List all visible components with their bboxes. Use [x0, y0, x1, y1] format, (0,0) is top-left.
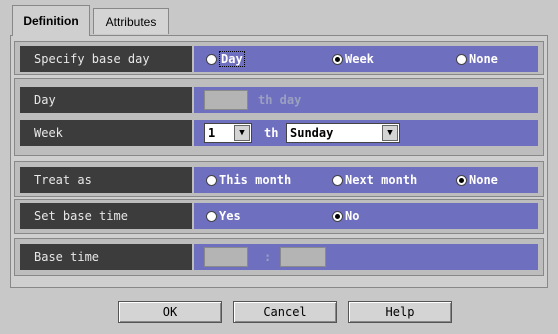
radio-no[interactable]: No: [332, 208, 359, 224]
week-label: Week: [20, 120, 192, 146]
tab-label: Definition: [23, 14, 79, 28]
radio-none-base-day[interactable]: None: [456, 51, 498, 67]
week-number-select[interactable]: 1 ▼: [204, 123, 252, 143]
day-row: Day th day: [20, 87, 538, 113]
radio-dot-day: [206, 53, 217, 65]
radio-label-day: Day: [219, 51, 245, 67]
radio-none-treat-as[interactable]: None: [456, 172, 498, 188]
day-input: [204, 90, 248, 110]
radio-label-week: Week: [345, 52, 374, 66]
specify-base-day-label: Specify base day: [20, 46, 192, 72]
chevron-down-icon[interactable]: ▼: [234, 125, 250, 141]
base-time-field: :: [194, 244, 538, 270]
day-label: Day: [20, 87, 192, 113]
radio-dot-week: [332, 53, 343, 65]
cancel-button[interactable]: Cancel: [233, 301, 337, 323]
radio-label-next-month: Next month: [345, 173, 418, 187]
set-base-time-label: Set base time: [20, 203, 192, 229]
week-suffix: th: [264, 126, 279, 140]
tab-definition[interactable]: Definition: [12, 5, 90, 36]
radio-label-yes: Yes: [219, 209, 241, 223]
weekday-select[interactable]: Sunday ▼: [286, 123, 400, 143]
treat-as-field: This month Next month None: [194, 167, 538, 193]
radio-dot-no: [332, 210, 343, 222]
radio-label-this-month: This month: [219, 173, 292, 187]
tab-attributes[interactable]: Attributes: [93, 8, 169, 34]
specify-base-day-field: Day Week None: [194, 46, 538, 72]
base-time-row: Base time :: [20, 244, 538, 270]
help-button[interactable]: Help: [348, 301, 452, 323]
radio-dot-next-month: [332, 174, 343, 186]
ok-button[interactable]: OK: [118, 301, 222, 323]
treat-as-row: Treat as This month Next month None: [20, 167, 538, 193]
base-time-separator: :: [264, 250, 272, 264]
day-suffix: th day: [258, 93, 302, 107]
specify-base-day-row: Specify base day Day Week None: [20, 46, 538, 72]
radio-dot-yes: [206, 210, 217, 222]
radio-dot-this-month: [206, 174, 217, 186]
weekday-value: Sunday: [290, 126, 334, 140]
week-field: 1 ▼ th Sunday ▼: [194, 120, 538, 146]
radio-dot-none-treat-as: [456, 174, 467, 186]
day-field: th day: [194, 87, 538, 113]
base-time-minute-input: [280, 247, 326, 267]
tab-label: Attributes: [105, 14, 157, 29]
treat-as-label: Treat as: [20, 167, 192, 193]
week-number-value: 1: [208, 126, 216, 140]
radio-label-none-base-day: None: [469, 52, 498, 66]
radio-this-month[interactable]: This month: [206, 172, 291, 188]
week-row: Week 1 ▼ th Sunday ▼: [20, 120, 538, 146]
radio-dot-none-base-day: [456, 53, 467, 65]
radio-day[interactable]: Day: [206, 51, 245, 67]
set-base-time-row: Set base time Yes No: [20, 203, 538, 229]
base-time-label: Base time: [20, 244, 192, 270]
set-base-time-field: Yes No: [194, 203, 538, 229]
base-time-hour-input: [204, 247, 248, 267]
radio-next-month[interactable]: Next month: [332, 172, 417, 188]
radio-week[interactable]: Week: [332, 51, 374, 67]
radio-label-no: No: [345, 209, 360, 223]
radio-yes[interactable]: Yes: [206, 208, 241, 224]
chevron-down-icon[interactable]: ▼: [382, 125, 398, 141]
radio-label-none-treat-as: None: [469, 173, 498, 187]
